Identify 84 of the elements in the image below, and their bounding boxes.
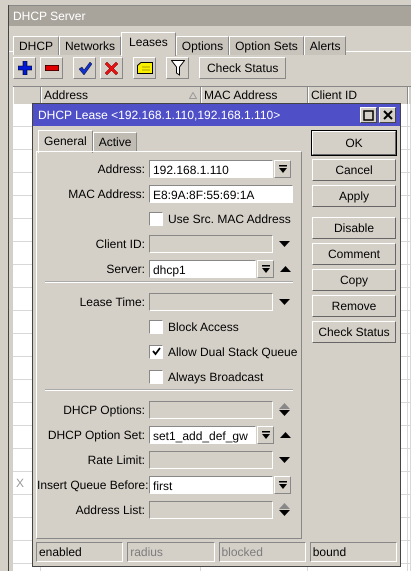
up-down-icon[interactable] (279, 403, 290, 416)
dropdown-icon (262, 430, 270, 438)
status-cell: bound (310, 542, 397, 562)
dropdown-icon (278, 164, 286, 172)
field-label: MAC Address: (67, 186, 146, 200)
input-field[interactable]: 192.168.1.110 (149, 160, 273, 178)
checkbox[interactable] (149, 320, 163, 334)
check-status-button[interactable]: Check Status (199, 57, 286, 79)
row-marker-text: X (15, 476, 24, 490)
field-label: Address List: (74, 502, 146, 516)
funnel-icon (170, 60, 184, 76)
dialog-button[interactable]: Apply (312, 185, 396, 207)
checkbox[interactable] (149, 212, 163, 226)
tab[interactable]: General (38, 130, 93, 153)
input-field[interactable] (149, 400, 273, 418)
checkbox-label: Allow Dual Stack Queue (168, 344, 298, 358)
tab[interactable]: Active (92, 132, 138, 152)
field-label: Client ID: (94, 236, 146, 250)
input-field[interactable]: E8:9A:8F:55:69:1A (149, 184, 293, 202)
checkmark-icon (78, 62, 92, 74)
collapse-icon[interactable] (280, 266, 291, 272)
dialog-button[interactable]: Comment (312, 243, 396, 265)
cross-icon (105, 62, 118, 74)
expand-icon[interactable] (279, 240, 290, 246)
comment-button[interactable] (133, 57, 156, 79)
up-down-icon[interactable] (279, 503, 290, 516)
dialog-button[interactable]: Remove (312, 295, 396, 317)
field-label: Server: (105, 262, 146, 276)
input-field[interactable]: first (149, 476, 273, 494)
dialog-button[interactable]: Cancel (312, 159, 396, 181)
input-field[interactable] (149, 234, 273, 252)
dropdown-button[interactable] (274, 476, 291, 494)
disable-button[interactable] (100, 57, 123, 79)
checkbox-label: Block Access (168, 320, 239, 334)
dropdown-icon (262, 264, 270, 272)
filter-button[interactable] (166, 57, 189, 79)
minus-icon (44, 65, 58, 71)
field-label: Rate Limit: (86, 452, 146, 466)
field-label: DHCP Options: (62, 402, 146, 416)
field-label: Address: (96, 162, 146, 176)
tab[interactable]: Alerts (304, 36, 346, 55)
expand-icon[interactable] (279, 456, 290, 462)
add-button[interactable] (13, 57, 36, 79)
maximize-button[interactable] (360, 107, 377, 123)
checkbox-label: Use Src. MAC Address (168, 212, 291, 226)
checkbox[interactable] (149, 344, 163, 358)
enable-button[interactable] (73, 57, 96, 79)
dropdown-button[interactable] (274, 160, 291, 178)
status-cell: radius (127, 542, 214, 562)
close-icon (382, 110, 392, 120)
input-field[interactable] (149, 292, 273, 310)
input-field[interactable] (149, 450, 273, 468)
input-field[interactable] (149, 500, 273, 518)
checkmark-icon (152, 347, 160, 356)
dropdown-icon (278, 480, 286, 488)
maximize-icon (363, 110, 374, 120)
note-icon (136, 62, 152, 74)
dropdown-button[interactable] (257, 426, 274, 444)
field-label: Lease Time: (78, 294, 146, 308)
tab[interactable]: Option Sets (229, 36, 304, 55)
dialog-button[interactable]: OK (312, 131, 396, 155)
dialog-button[interactable]: Check Status (312, 321, 396, 343)
remove-button[interactable] (40, 57, 63, 79)
dropdown-button[interactable] (257, 260, 274, 278)
dialog-button[interactable]: Disable (312, 217, 396, 239)
field-label: Insert Queue Before: (37, 478, 149, 492)
expand-icon[interactable] (279, 298, 290, 304)
tab[interactable]: DHCP (13, 36, 60, 55)
input-field[interactable]: set1_add_def_gw (149, 426, 256, 444)
tab[interactable]: Networks (59, 36, 122, 55)
input-field[interactable]: dhcp1 (149, 260, 256, 278)
checkbox-label: Always Broadcast (168, 370, 264, 384)
tab[interactable]: Leases (121, 32, 176, 56)
plus-icon (18, 61, 32, 75)
window-title: DHCP Server (9, 5, 411, 26)
tab[interactable]: Options (176, 36, 230, 55)
checkbox[interactable] (149, 370, 163, 384)
close-button[interactable] (379, 107, 396, 123)
collapse-icon[interactable] (280, 432, 291, 438)
status-cell: enabled (36, 542, 124, 562)
status-cell: blocked (218, 542, 306, 562)
dialog-title: DHCP Lease <192.168.1.110,192.168.1.110> (38, 108, 282, 122)
field-label: DHCP Option Set: (46, 428, 146, 442)
dialog-button[interactable]: Copy (312, 269, 396, 291)
